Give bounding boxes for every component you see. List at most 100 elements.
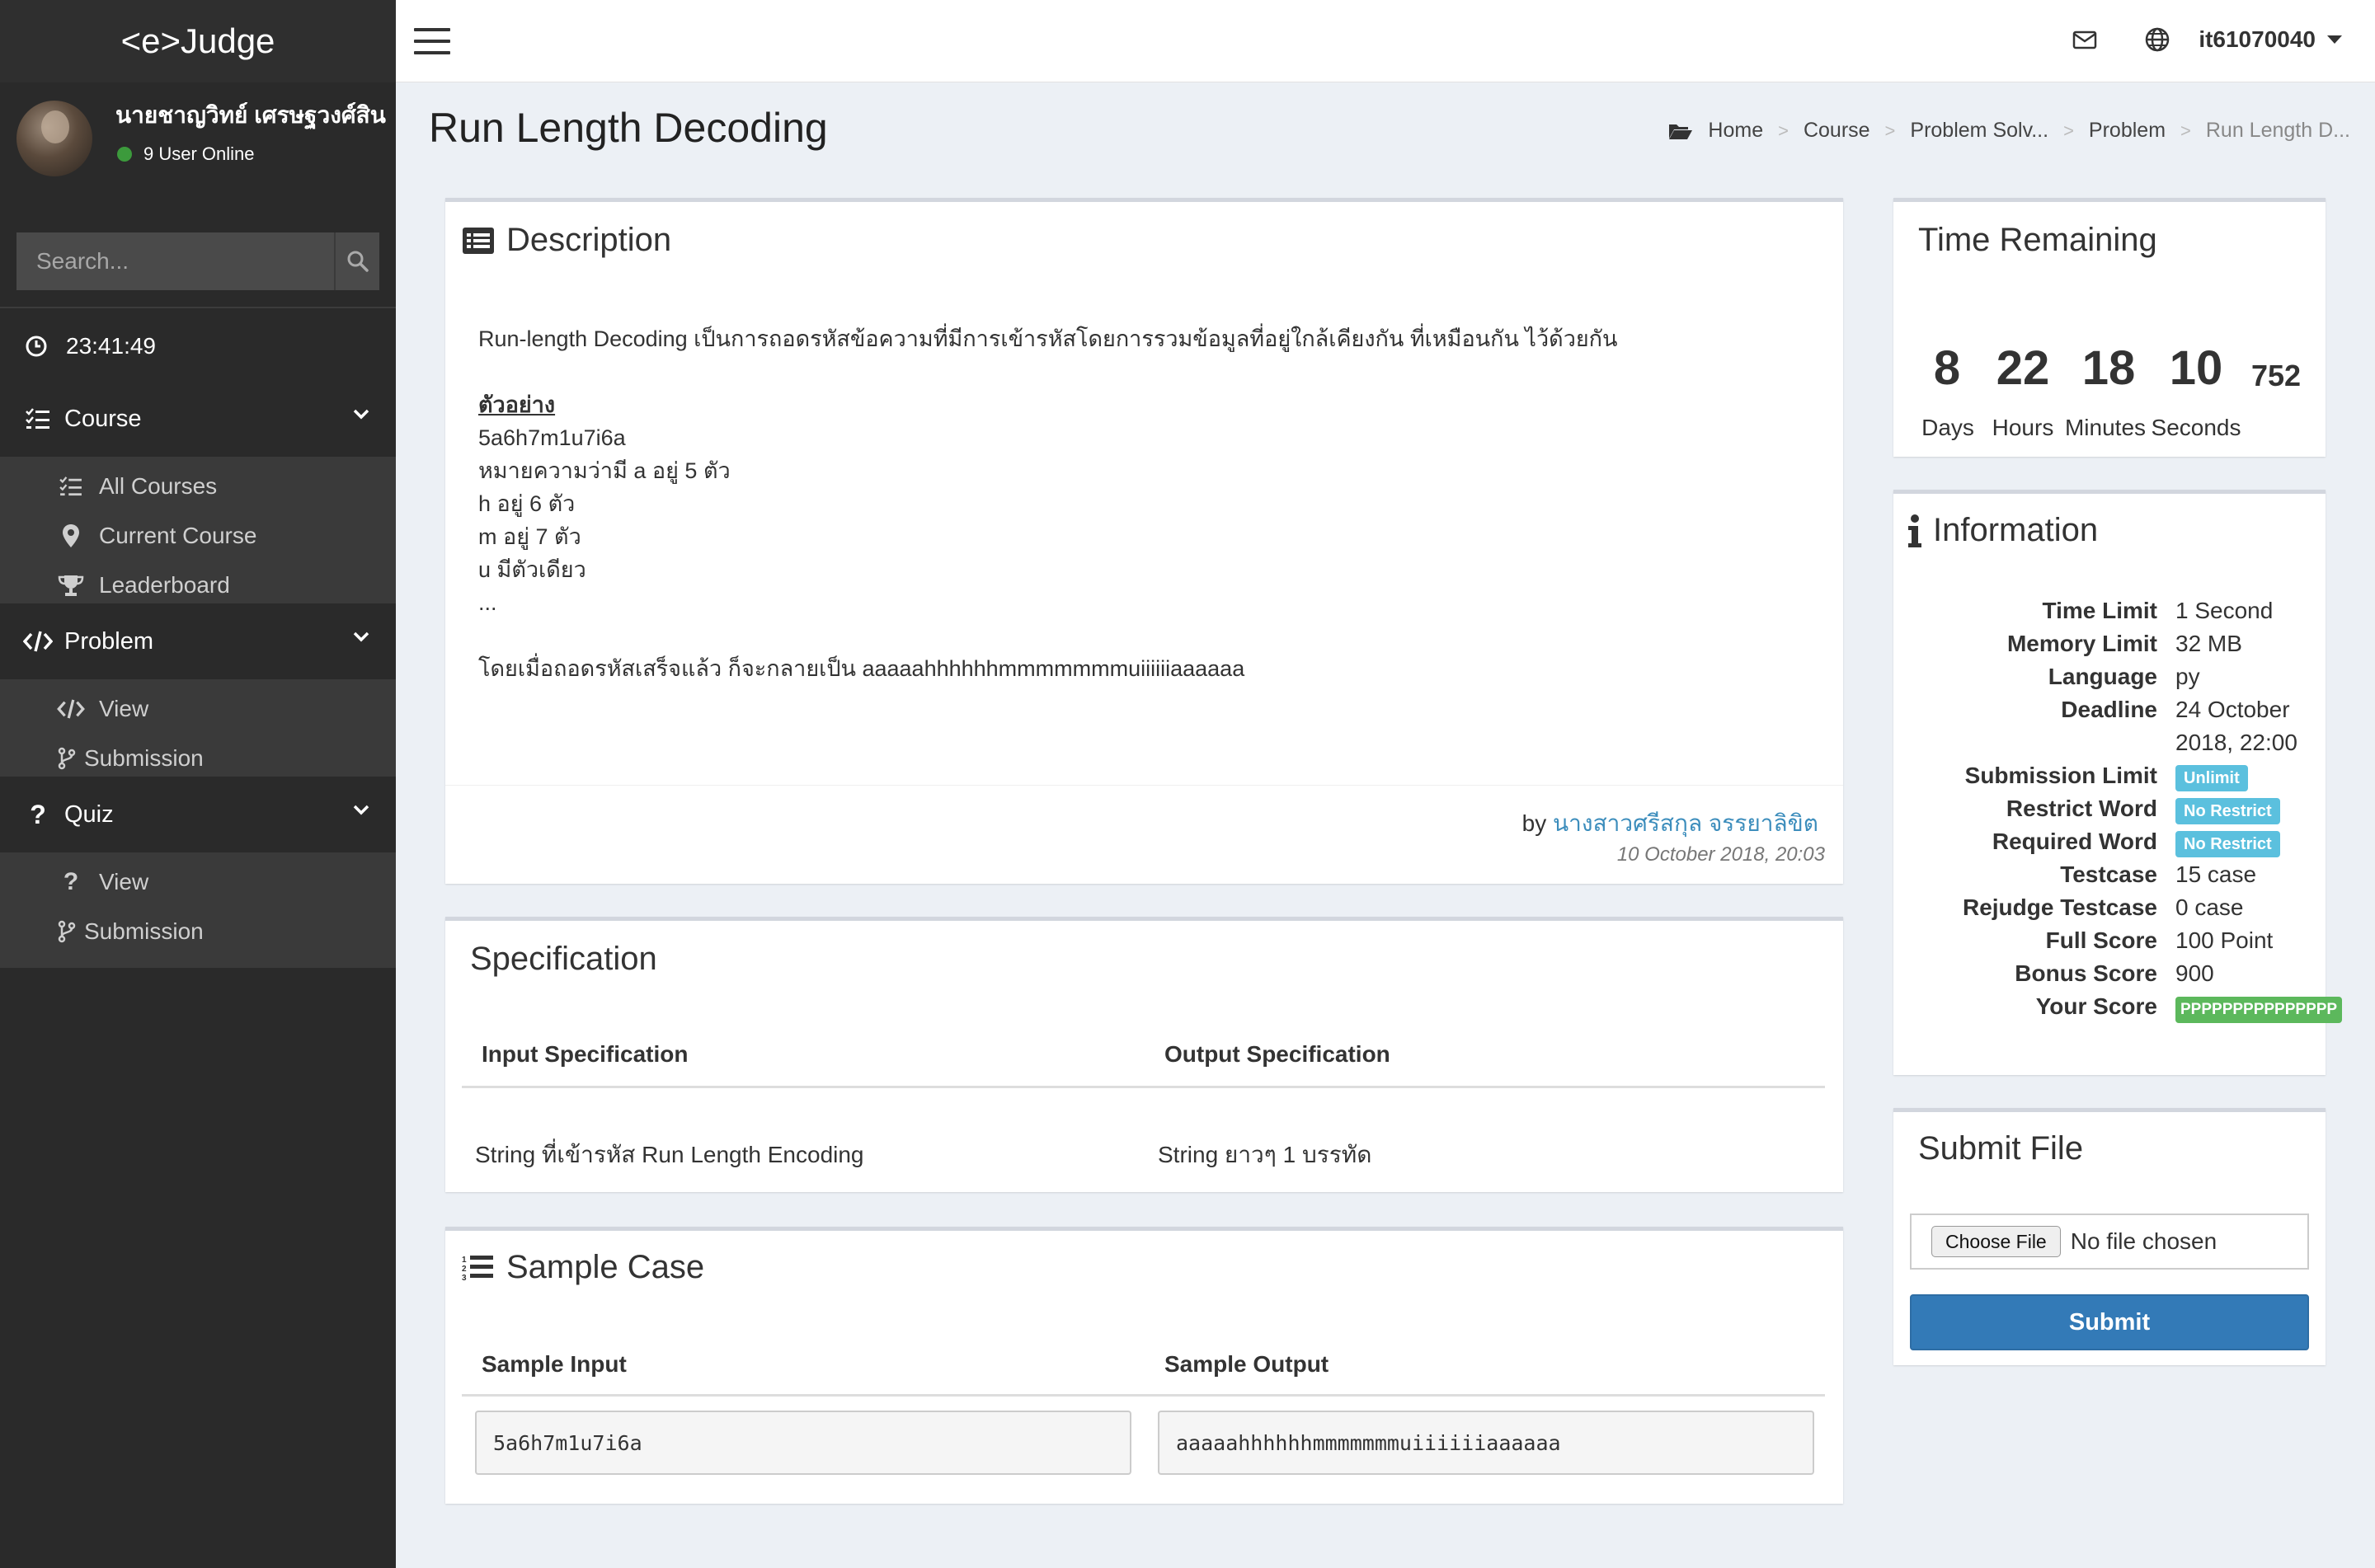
sidebar-item-problem-view[interactable]: View: [0, 684, 396, 734]
description-footer: by นางสาวศรีสกุล จรรยาลิขิต 10 October 2…: [445, 785, 1843, 884]
example-line: 5a6h7m1u7i6a: [478, 425, 626, 450]
breadcrumb: Home > Course > Problem Solv... > Proble…: [1668, 119, 2350, 143]
info-row-deadline: Deadline 24 October 2018, 22:00: [1893, 697, 2355, 763]
label-days: Days: [1921, 415, 1974, 440]
topbar: it61070040: [396, 0, 2375, 82]
username: it61070040: [2199, 26, 2316, 52]
score-badge: PPPPPPPPPPPPPPP: [2175, 997, 2343, 1023]
user-menu[interactable]: it61070040: [2199, 26, 2342, 53]
info-row-time-limit: Time Limit 1 Second: [1893, 598, 2355, 631]
info-value: 900: [2175, 960, 2214, 986]
info-value: 100 Point: [2175, 927, 2274, 953]
sidebar-item-quiz-submission[interactable]: Submission: [0, 907, 396, 956]
globe-icon[interactable]: [2144, 26, 2170, 53]
online-status: 9 User Online: [115, 143, 388, 165]
status-badge: No Restrict: [2175, 798, 2280, 824]
info-value: 15 case: [2175, 861, 2257, 887]
output-spec-value: String ยาวๆ 1 บรรทัด: [1158, 1142, 1372, 1167]
example-line: ...: [478, 590, 497, 615]
svg-text:3: 3: [462, 1274, 467, 1283]
question-icon: ?: [30, 799, 46, 829]
divider: [0, 307, 396, 308]
info-value-line2: 2018, 22:00: [2175, 730, 2297, 755]
sidebar-item-label: All Courses: [99, 473, 218, 499]
menu-problem: Problem View Submission: [0, 603, 396, 795]
breadcrumb-home[interactable]: Home: [1708, 119, 1763, 143]
file-status: No file chosen: [2070, 1228, 2217, 1254]
list-ol-icon: 123: [462, 1255, 493, 1283]
map-marker-icon: [63, 524, 79, 547]
status-badge: Unlimit: [2175, 765, 2248, 791]
countdown-minutes: 18: [2081, 341, 2136, 395]
info-key: Your Score: [2035, 993, 2157, 1019]
breadcrumb-problem-solving[interactable]: Problem Solv...: [1910, 119, 2048, 143]
sample-input-code[interactable]: 5a6h7m1u7i6a: [475, 1411, 1131, 1475]
author-link[interactable]: นางสาวศรีสกุล จรรยาลิขิต: [1553, 810, 1818, 836]
menu-header-course[interactable]: Course: [0, 381, 396, 457]
countdown-milliseconds: 752: [2250, 359, 2302, 392]
brand-logo[interactable]: <e>Judge: [0, 0, 396, 82]
menu-label-problem: Problem: [64, 627, 153, 655]
label-hours: Hours: [1992, 415, 2054, 440]
folder-open-icon: [1669, 124, 1693, 139]
information-title: Information: [1907, 512, 2098, 549]
user-panel: นายชาญวิทย์ เศรษฐวงศ์สิน 9 User Online: [0, 82, 396, 223]
sample-case-title-text: Sample Case: [506, 1249, 705, 1285]
info-row-your-score: Your Score PPPPPPPPPPPPPPP: [1893, 993, 2355, 1026]
info-value: 0 case: [2175, 894, 2244, 920]
sidebar-item-current-course[interactable]: Current Course: [0, 511, 396, 561]
info-row-bonus-score: Bonus Score 900: [1893, 960, 2355, 993]
countdown-days: 8: [1933, 341, 1961, 395]
menu-header-problem[interactable]: Problem: [0, 603, 396, 679]
info-row-full-score: Full Score 100 Point: [1893, 927, 2355, 960]
sidebar-item-all-courses[interactable]: All Courses: [0, 462, 396, 511]
sample-output-code[interactable]: aaaaahhhhhhmmmmmmmuiiiiiiaaaaaa: [1158, 1411, 1814, 1475]
info-key: Required Word: [1992, 829, 2157, 854]
breadcrumb-problem[interactable]: Problem: [2089, 119, 2166, 143]
information-box: Information Time Limit 1 Second Memory L…: [1893, 490, 2343, 1075]
user-name: นายชาญวิทย์ เศรษฐวงศ์สิน: [115, 102, 386, 128]
code-branch-icon: [58, 747, 76, 770]
countdown-seconds: 10: [2169, 341, 2223, 395]
envelope-icon[interactable]: [2072, 26, 2098, 53]
sidebar-item-leaderboard[interactable]: Leaderboard: [0, 561, 396, 610]
status-badge: No Restrict: [2175, 831, 2280, 857]
example-line: m อยู่ 7 ตัว: [478, 524, 581, 549]
menu-toggle-button[interactable]: [414, 28, 450, 54]
description-conclusion: โดยเมื่อถอดรหัสเสร็จแล้ว ก็จะกลายเป็น aa…: [478, 656, 1245, 681]
search-button[interactable]: [334, 232, 379, 290]
info-row-testcase: Testcase 15 case: [1893, 861, 2355, 894]
sidebar-item-problem-submission[interactable]: Submission: [0, 734, 396, 783]
file-input[interactable]: Choose File No file chosen: [1910, 1214, 2309, 1270]
search-input[interactable]: [16, 232, 334, 290]
time-remaining-box: Time Remaining 8 22 18 10 752 Days Hours…: [1893, 198, 2326, 457]
list-check-icon: [59, 477, 82, 496]
menu-header-quiz[interactable]: ? Quiz: [0, 777, 396, 852]
example-line: u มีตัวเดียว: [478, 557, 586, 582]
breadcrumb-course[interactable]: Course: [1804, 119, 1870, 143]
description-intro: Run-length Decoding เป็นการถอดรหัสข้อควา…: [478, 326, 1618, 351]
sidebar-item-label: Submission: [84, 918, 204, 944]
info-value: 1 Second: [2175, 598, 2274, 623]
info-value: py: [2175, 664, 2200, 689]
svg-text:1: 1: [462, 1256, 467, 1265]
author-line: by นางสาวศรีสกุล จรรยาลิขิต: [1522, 805, 1818, 842]
submit-button[interactable]: Submit: [1910, 1294, 2309, 1350]
info-key: Bonus Score: [2015, 960, 2157, 986]
sidebar-item-quiz-view[interactable]: ? View: [0, 857, 396, 907]
page-title: Run Length Decoding: [429, 105, 828, 151]
table-divider: [462, 1394, 1825, 1397]
sidebar-item-label: Leaderboard: [99, 572, 230, 598]
clock: 23:41:49: [0, 312, 396, 381]
sidebar-item-label: View: [99, 696, 149, 721]
output-spec-header: Output Specification: [1164, 1041, 1390, 1067]
info-icon: [1908, 514, 1921, 547]
sidebar: <e>Judge นายชาญวิทย์ เศรษฐวงศ์สิน 9 User…: [0, 0, 396, 1568]
info-row-restrict-word: Restrict Word No Restrict: [1893, 796, 2355, 829]
choose-file-button[interactable]: Choose File: [1931, 1226, 2061, 1257]
breadcrumb-current: Run Length D...: [2205, 119, 2350, 142]
search-icon: [347, 251, 369, 272]
clock-time: 23:41:49: [66, 333, 156, 359]
menu-quiz: ? Quiz ? View Submission: [0, 777, 396, 968]
example-line: h อยู่ 6 ตัว: [478, 491, 576, 516]
